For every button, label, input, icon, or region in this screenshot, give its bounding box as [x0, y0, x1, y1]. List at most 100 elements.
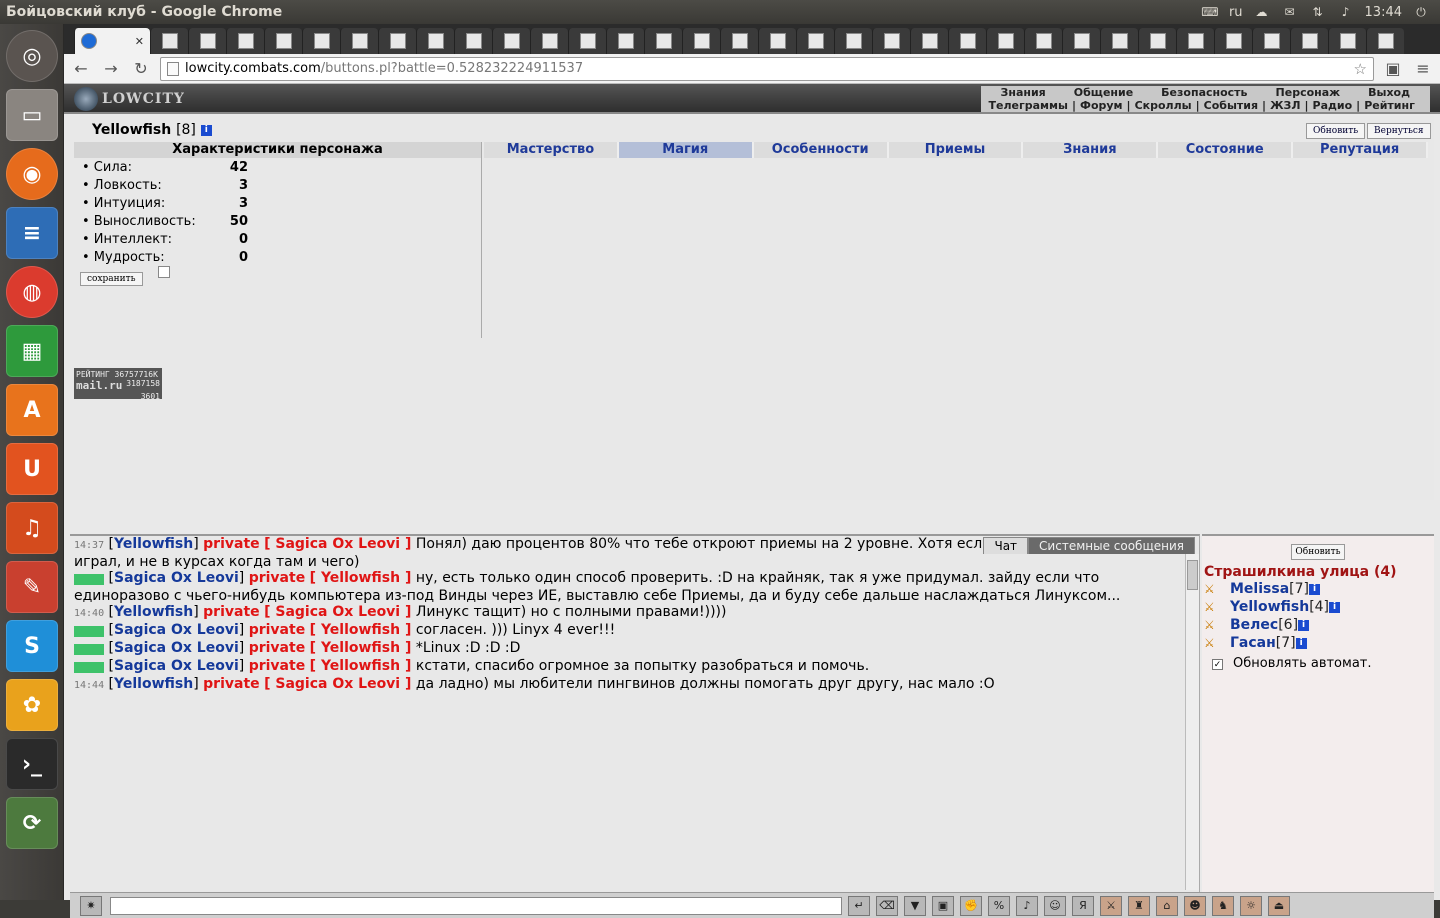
tab-priemy[interactable]: Приемы — [889, 142, 1024, 158]
close-icon[interactable]: ✕ — [135, 35, 144, 48]
tab[interactable] — [644, 28, 682, 54]
chat-recipient[interactable]: Sagica Ox Leovi — [275, 536, 400, 552]
playonlinux-icon[interactable]: ✿ — [6, 679, 58, 731]
nav-forum[interactable]: Форум — [1078, 99, 1125, 112]
tab[interactable] — [1290, 28, 1328, 54]
tab[interactable] — [834, 28, 872, 54]
quests-icon[interactable]: ☼ — [1240, 895, 1262, 916]
eraser-icon[interactable]: ⌫ — [876, 895, 898, 916]
chat-recipient[interactable]: Yellowfish — [321, 658, 400, 674]
ubuntu-dash-icon[interactable]: ◎ — [6, 30, 58, 82]
nav-znaniya[interactable]: Знания — [987, 86, 1060, 99]
save-button[interactable]: сохранить — [80, 272, 143, 286]
chrome-icon[interactable]: ◍ — [6, 266, 58, 318]
tab[interactable] — [568, 28, 606, 54]
fight-icon[interactable]: ✊ — [960, 895, 982, 916]
forward-arrow-icon[interactable]: → — [100, 58, 122, 80]
tab[interactable] — [188, 28, 226, 54]
tab[interactable] — [1100, 28, 1138, 54]
nav-obshchenie[interactable]: Общение — [1060, 86, 1147, 99]
tab-masterstvo[interactable]: Мастерство — [484, 142, 619, 158]
tab[interactable] — [1176, 28, 1214, 54]
ubuntu-one-icon[interactable]: U — [6, 443, 58, 495]
address-bar[interactable]: lowcity.combats.com/buttons.pl?battle=0.… — [160, 56, 1374, 81]
tab[interactable] — [986, 28, 1024, 54]
chat-sender[interactable]: Yellowfish — [114, 676, 193, 692]
tab-system-messages[interactable]: Системные сообщения — [1028, 537, 1195, 554]
tab[interactable] — [1328, 28, 1366, 54]
refresh-button[interactable]: Обновить — [1306, 123, 1366, 139]
tab[interactable] — [1138, 28, 1176, 54]
info-icon[interactable]: i — [1298, 619, 1310, 631]
translit-icon[interactable]: Я — [1072, 895, 1094, 916]
tab-osobennosti[interactable]: Особенности — [754, 142, 889, 158]
tab[interactable] — [796, 28, 834, 54]
user-name[interactable]: Велес — [1230, 617, 1278, 633]
attack-icon[interactable]: ⚔ — [1204, 618, 1230, 632]
tab[interactable] — [1024, 28, 1062, 54]
tab[interactable] — [606, 28, 644, 54]
inventory-icon[interactable]: ♜ — [1128, 895, 1150, 916]
tab[interactable] — [530, 28, 568, 54]
chat-time[interactable]: 14:43 — [74, 662, 105, 673]
chat-recipient[interactable]: Yellowfish — [321, 640, 400, 656]
info-icon[interactable]: i — [200, 124, 212, 136]
tab[interactable] — [720, 28, 758, 54]
nav-personazh[interactable]: Персонаж — [1262, 86, 1355, 99]
save-log-icon[interactable]: ▣ — [932, 895, 954, 916]
network-icon[interactable]: ⇅ — [1309, 4, 1327, 20]
chat-recipient[interactable]: Sagica Ox Leovi — [275, 604, 400, 620]
tab[interactable] — [758, 28, 796, 54]
chat-sender[interactable]: Yellowfish — [114, 536, 193, 552]
volume-icon[interactable]: ♪ — [1337, 4, 1355, 20]
friends-icon[interactable]: ☻ — [1184, 895, 1206, 916]
info-icon[interactable]: i — [1329, 601, 1341, 613]
nav-zhzl[interactable]: ЖЗЛ — [1268, 99, 1302, 112]
clock[interactable]: 13:44 — [1365, 5, 1402, 20]
nav-skrolly[interactable]: Скроллы — [1133, 99, 1194, 112]
tab[interactable] — [492, 28, 530, 54]
tab-znaniya[interactable]: Знания — [1023, 142, 1159, 158]
chat-sender[interactable]: Sagica Ox Leovi — [114, 640, 239, 656]
sound-icon[interactable]: ♪ — [1016, 895, 1038, 916]
mail-icon[interactable]: ✉ — [1281, 4, 1299, 20]
chat-time[interactable]: 14:44 — [74, 680, 104, 691]
tab-reputatsiya[interactable]: Репутация — [1293, 142, 1429, 158]
percent-icon[interactable]: % — [988, 895, 1010, 916]
chat-time[interactable]: 14:41 — [74, 644, 105, 655]
attack-icon[interactable]: ⚔ — [1204, 582, 1230, 596]
tab[interactable] — [454, 28, 492, 54]
chat-sender[interactable]: Sagica Ox Leovi — [114, 622, 239, 638]
scrollbar-thumb[interactable] — [1187, 560, 1198, 590]
tab[interactable] — [910, 28, 948, 54]
chat-input[interactable] — [110, 896, 842, 915]
mailru-counter[interactable]: РЕЙТИНГ 36757716K mail.ru 3187158 3601 — [74, 368, 162, 401]
map-icon[interactable]: ⌂ — [1156, 895, 1178, 916]
terminal-icon[interactable]: ›_ — [6, 738, 58, 790]
tab-active[interactable]: ✕ — [74, 28, 150, 54]
chat-time[interactable]: 14:40 — [74, 608, 104, 619]
user-name[interactable]: Гасан — [1230, 635, 1276, 651]
user-name[interactable]: Yellowfish — [1230, 599, 1309, 615]
tab[interactable] — [1214, 28, 1252, 54]
power-icon[interactable]: ⏻ — [1412, 4, 1430, 20]
music-icon[interactable]: ♫ — [6, 502, 58, 554]
tab-sostoyanie[interactable]: Состояние — [1158, 142, 1294, 158]
smiley-icon[interactable]: ☺ — [1044, 895, 1066, 916]
game-logo[interactable]: LOWCITY — [74, 86, 185, 112]
tab[interactable] — [226, 28, 264, 54]
extension-icon[interactable]: ▣ — [1382, 58, 1404, 80]
info-icon[interactable]: i — [1295, 637, 1307, 649]
tab[interactable] — [1252, 28, 1290, 54]
chat-time[interactable]: 14:39 — [74, 574, 105, 585]
nav-bezopasnost[interactable]: Безопасность — [1147, 86, 1261, 99]
bookmark-star-icon[interactable]: ☆ — [1354, 60, 1367, 78]
tab[interactable] — [682, 28, 720, 54]
firefox-icon[interactable]: ◉ — [6, 148, 58, 200]
chat-recipient[interactable]: Yellowfish — [321, 570, 400, 586]
tab[interactable] — [302, 28, 340, 54]
tab[interactable] — [1366, 28, 1404, 54]
nav-telegrammy[interactable]: Телеграммы — [987, 99, 1070, 112]
info-icon[interactable]: i — [1308, 583, 1320, 595]
settings-icon[interactable]: ✎ — [6, 561, 58, 613]
